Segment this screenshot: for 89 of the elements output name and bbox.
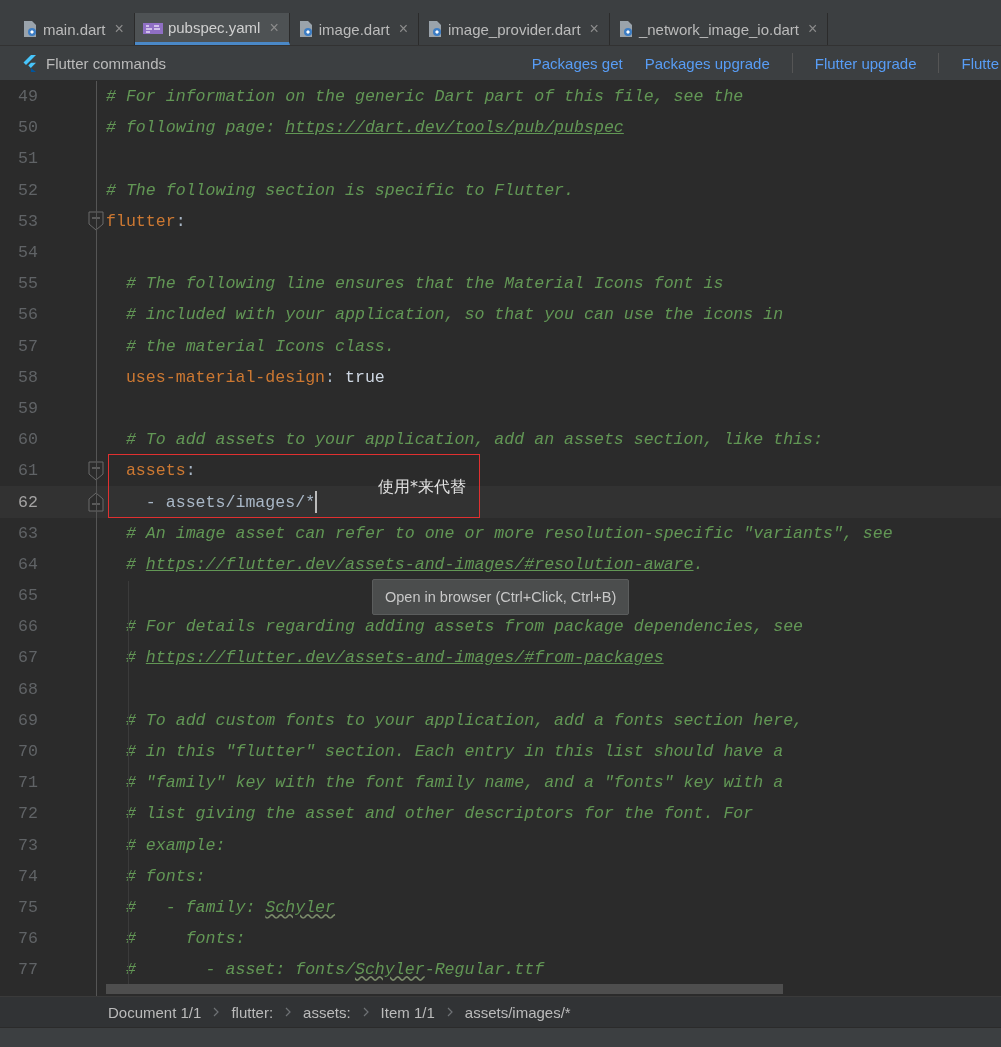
line-number: 68 (17, 679, 38, 699)
line-number: 51 (17, 149, 38, 169)
code-link[interactable]: https://flutter.dev/assets-and-images/#resolution-aware (145, 554, 694, 574)
code-text: : (185, 461, 196, 481)
line-number: 61 (17, 461, 38, 481)
code-text: uses-material-design (124, 367, 326, 387)
code-text: : (175, 211, 186, 231)
code-text: # An image asset can refer to one or more resolution-specific "variants", see (124, 523, 893, 543)
editor-tab[interactable]: _network_image_io.dart × (609, 13, 829, 45)
code-text: # To add assets to your application, add an assets section, like this: (124, 430, 823, 450)
chevron-icon (213, 1007, 220, 1017)
toolbar-title: Flutter commands (46, 54, 167, 72)
code-link[interactable]: https://flutter.dev/assets-and-images/#from-packages (145, 648, 664, 668)
line-number: 53 (17, 211, 38, 231)
line-number: 62 (17, 492, 38, 512)
close-icon[interactable]: × (114, 20, 124, 38)
line-number: 72 (17, 804, 38, 824)
code-text: -Regular.ttf (424, 960, 545, 980)
breadcrumb-item[interactable]: flutter: (231, 1003, 274, 1021)
flutter-logo-icon (22, 54, 36, 72)
code-text: assets (124, 461, 186, 481)
close-icon[interactable]: × (269, 18, 279, 37)
line-number: 49 (17, 87, 38, 107)
command-link[interactable]: Flutte (961, 54, 999, 72)
close-icon[interactable]: × (589, 20, 599, 38)
line-number: 69 (17, 710, 38, 730)
line-number: 60 (17, 430, 38, 450)
file-icon (22, 20, 38, 38)
line-number: 55 (17, 274, 38, 294)
line-number: 59 (17, 398, 38, 418)
code-text: # the material Icons class. (124, 336, 395, 356)
line-number: 64 (17, 554, 38, 574)
line-number: 57 (17, 336, 38, 356)
line-number: 71 (17, 773, 38, 793)
code-link[interactable]: https://dart.dev/tools/pub/pubspec (285, 118, 624, 138)
line-number: 76 (17, 929, 38, 949)
breadcrumb-item[interactable]: Item 1/1 (380, 1003, 435, 1021)
command-link[interactable]: Packages get (531, 54, 623, 72)
editor-tab[interactable]: pubspec.yaml × (134, 13, 290, 45)
line-number: 75 (17, 897, 38, 917)
editor-tab[interactable]: image_provider.dart × (419, 13, 610, 45)
file-icon (427, 20, 443, 38)
editor-tab[interactable]: image.dart × (289, 13, 419, 45)
file-icon (297, 20, 314, 38)
line-number: 67 (17, 648, 38, 668)
fold-icon[interactable] (88, 492, 104, 513)
code-text: Schyler (354, 960, 425, 980)
editor-tab[interactable]: main.dart × (14, 13, 135, 45)
code-text: # included with your application, so that you can use the icons in (124, 305, 784, 325)
code-text: . (693, 554, 704, 574)
line-number: 66 (17, 617, 38, 637)
code-text: flutter (106, 211, 176, 231)
code-text: : (325, 367, 337, 387)
file-icon (617, 20, 634, 38)
line-number: 65 (17, 586, 38, 606)
chevron-icon (285, 1007, 292, 1017)
close-icon[interactable]: × (398, 20, 408, 38)
fold-icon[interactable] (88, 211, 104, 232)
fold-icon[interactable] (88, 460, 104, 481)
code-text: # The following section is specific to Flutter. (106, 180, 575, 200)
line-number: 56 (17, 305, 38, 325)
tooltip: Open in browser (Ctrl+Click, Ctrl+B) (372, 579, 630, 615)
text-caret (315, 491, 318, 514)
code-text: # following page: (106, 118, 277, 138)
breadcrumb-item[interactable]: assets/images/* (464, 1003, 571, 1021)
chevron-icon (362, 1007, 369, 1017)
line-number: 50 (17, 118, 38, 138)
breadcrumb-item[interactable]: assets: (303, 1003, 351, 1021)
line-number: 77 (17, 960, 38, 980)
chevron-icon (446, 1007, 453, 1017)
line-number: 63 (17, 523, 38, 543)
code-text: # The following line ensures that the Material Icons font is (124, 274, 724, 294)
line-number: 52 (17, 180, 38, 200)
line-number: 70 (17, 742, 38, 762)
code-text: # For information on the generic Dart part of this file, see the (106, 87, 744, 107)
code-text: true (345, 367, 385, 387)
command-link[interactable]: Flutter upgrade (814, 54, 917, 72)
close-icon[interactable]: × (808, 20, 818, 38)
code-text: - assets/images/* (144, 492, 316, 512)
horizontal-scrollbar[interactable] (106, 984, 783, 994)
line-number: 73 (17, 835, 38, 855)
code-text: # (124, 554, 137, 574)
line-number: 58 (17, 367, 38, 387)
annotation-text: 使用*来代替 (378, 477, 466, 498)
command-link[interactable]: Packages upgrade (644, 54, 770, 72)
code-text: Schyler (265, 897, 336, 917)
breadcrumb-item[interactable]: Document 1/1 (108, 1003, 202, 1021)
line-number: 74 (17, 866, 38, 886)
line-number: 54 (17, 243, 38, 263)
